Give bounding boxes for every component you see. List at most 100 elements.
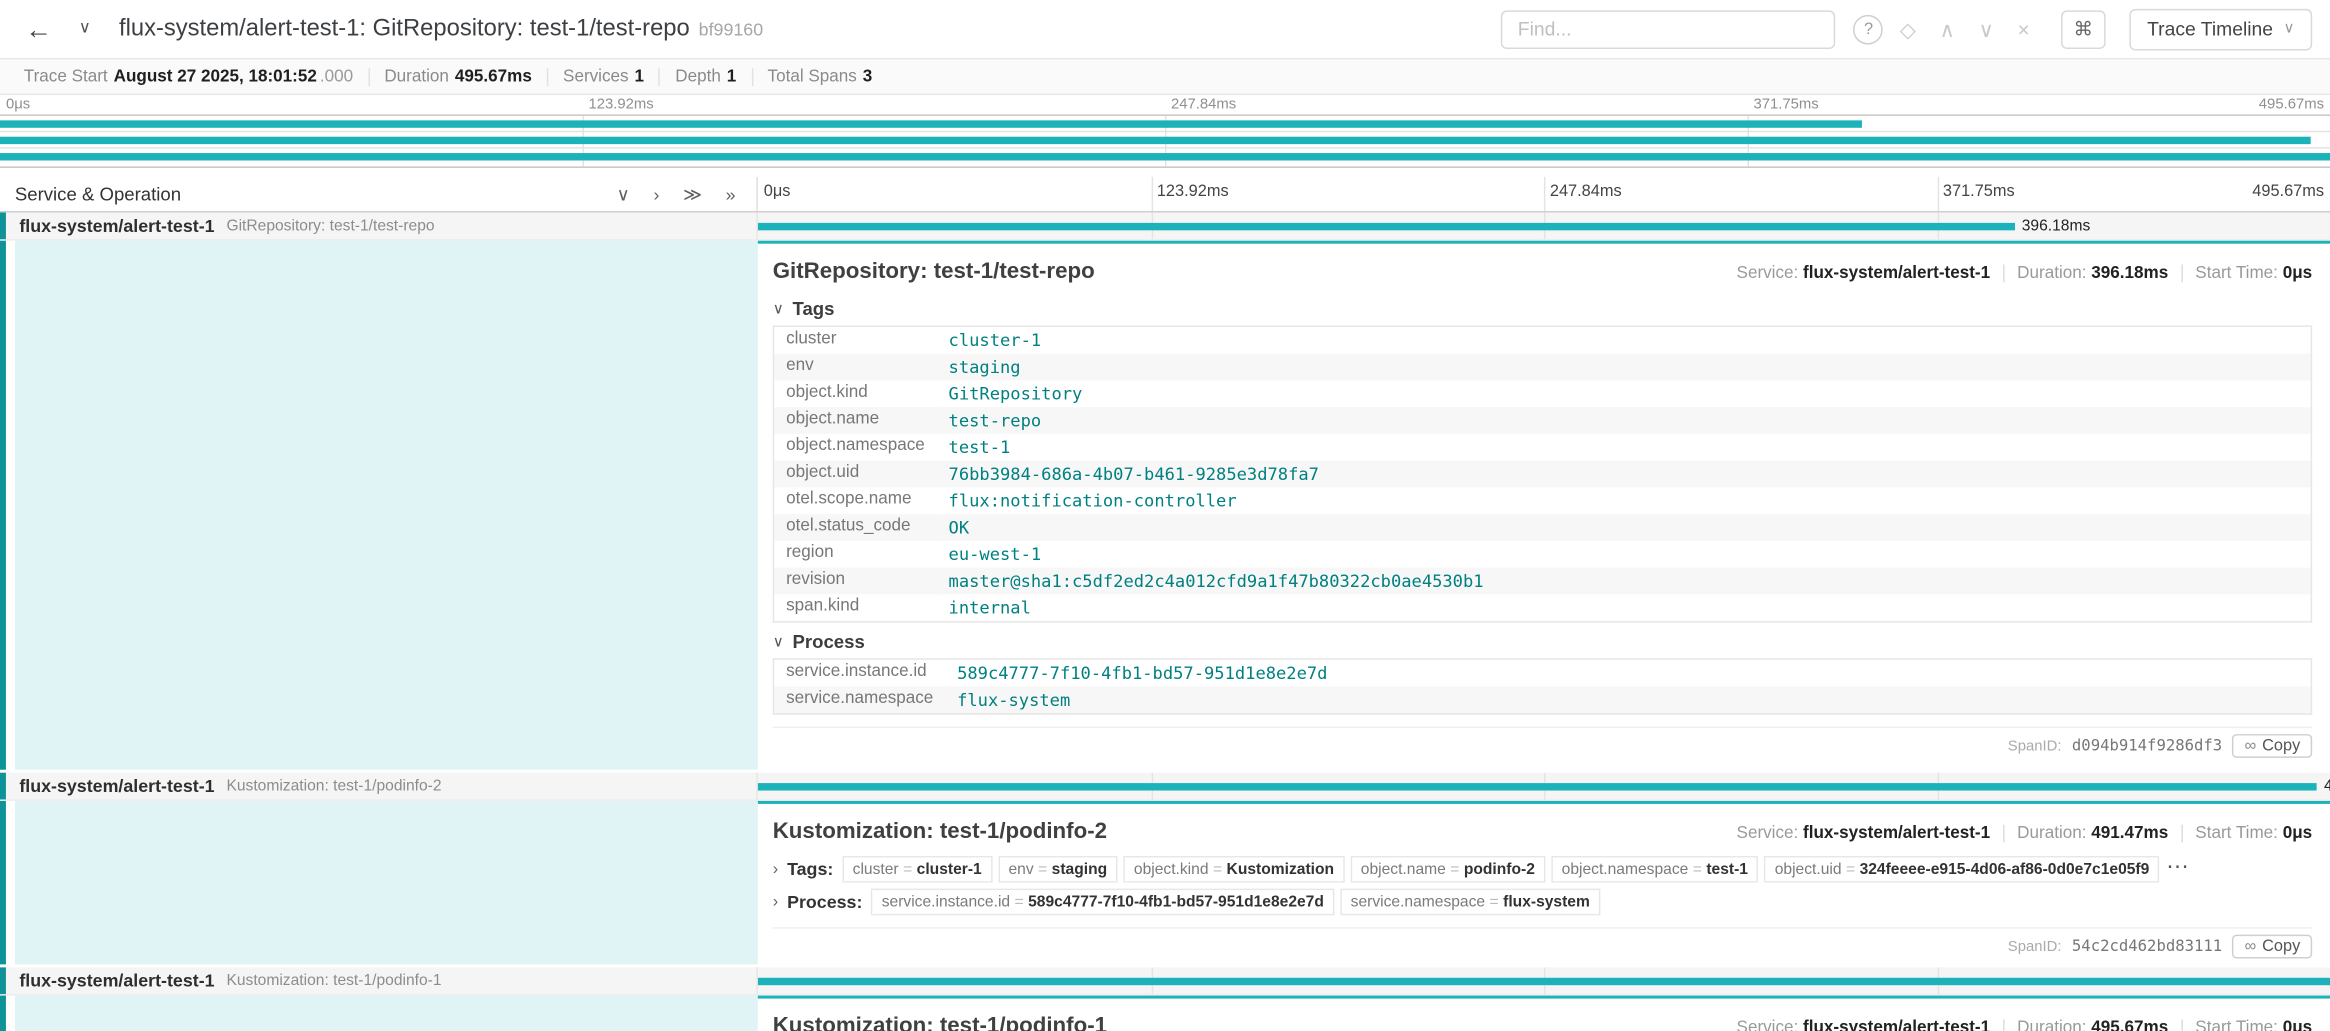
span-name-cell[interactable]: flux-system/alert-test-1 GitRepository: … [0, 212, 758, 239]
service-value: flux-system/alert-test-1 [1803, 265, 1990, 283]
tags-collapsed-label: Tags: [787, 858, 833, 879]
span-row[interactable]: flux-system/alert-test-1 Kustomization: … [0, 773, 2330, 801]
summary-item-value: 1 [635, 68, 645, 86]
span-detail-strip [0, 801, 758, 964]
tag-key: otel.status_code [773, 514, 936, 541]
back-button[interactable]: ← [18, 11, 60, 47]
span-detail-title: GitRepository: test-1/test-repo [773, 259, 1095, 284]
duration-label: Duration: [2017, 265, 2086, 283]
chip-equals: = [2295, 860, 2304, 878]
minimap-tick: 0μs [6, 97, 30, 113]
collapse-all-icon[interactable]: ≫ [683, 184, 702, 205]
summary-item-value: 495.67ms [455, 68, 532, 86]
ruler-tick: 123.92ms [1157, 183, 1229, 201]
tag-value: OK [937, 514, 2312, 541]
chip-equals: = [1213, 860, 1222, 878]
tag-value: test-repo [937, 407, 2312, 434]
span-name-cell[interactable]: flux-system/alert-test-1 Kustomization: … [0, 967, 758, 994]
process-collapsed-row[interactable]: › Process: service.instance.id=589c4777-… [773, 887, 2312, 915]
chip-value: staging [1052, 860, 1107, 878]
tag-key: region [773, 541, 936, 568]
span-row[interactable]: flux-system/alert-test-1 Kustomization: … [0, 967, 2330, 995]
tag-value: eu-west-1 [937, 541, 2312, 568]
span-service-name: flux-system/alert-test-1 [19, 215, 214, 236]
trace-start-value: August 27 2025, 18:01:52 [114, 68, 317, 86]
collapse-header-chevron-icon[interactable]: ∨ [71, 16, 98, 41]
chevron-right-icon: › [773, 860, 778, 878]
trace-summary-bar: Trace Start August 27 2025, 18:01:52 .00… [0, 59, 2330, 95]
timeline-ruler: 0μs 123.92ms 247.84ms 371.75ms 495.67ms [758, 177, 2330, 211]
span-bar[interactable] [758, 977, 2330, 984]
chip-value: podinfo-2 [1464, 860, 1535, 878]
span-detail-panel: Kustomization: test-1/podinfo-1 Service:… [758, 996, 2330, 1031]
tag-value: cluster-1 [937, 326, 2312, 353]
process-collapsed-label: Process: [787, 891, 862, 912]
collapse-one-icon[interactable]: ∨ [617, 184, 630, 205]
span-row[interactable]: flux-system/alert-test-1 GitRepository: … [0, 212, 2330, 240]
clear-search-icon[interactable]: × [2010, 14, 2037, 44]
copy-spanid-button[interactable]: ∞ Copy [2233, 935, 2313, 959]
minimap-span-row [0, 116, 2330, 132]
summary-item-label: Services [563, 68, 629, 86]
minimap-canvas[interactable] [0, 114, 2330, 167]
summary-item-value: 1 [727, 68, 737, 86]
keyboard-shortcuts-icon[interactable]: ⌘ [2061, 10, 2106, 49]
span-bar-cell[interactable] [758, 967, 2330, 994]
chip-equals: = [1693, 860, 1702, 878]
span-detail-header: GitRepository: test-1/test-repo Service:… [773, 250, 2312, 290]
span-duration-label: 396.18ms [2022, 217, 2091, 235]
span-detail-title: Kustomization: test-1/podinfo-2 [773, 819, 1107, 844]
service-value: flux-system/alert-test-1 [1803, 825, 1990, 843]
link-icon: ∞ [2245, 938, 2257, 956]
tag-chip: object.kind=Kustomization [1124, 856, 1345, 883]
start-time-value: 0μs [2283, 265, 2312, 283]
span-service-name: flux-system/alert-test-1 [19, 970, 214, 991]
tag-value: GitRepository [937, 380, 2312, 407]
tag-chip: object.uid=324feeee-e915-4d06-af86-0d0e7… [1764, 856, 2159, 883]
expand-one-icon[interactable]: › [653, 184, 659, 205]
tag-chip: object.name=podinfo-2 [1350, 856, 1545, 883]
span-bar-cell[interactable]: 491.47ms [758, 773, 2330, 800]
gridline [1544, 177, 1545, 211]
tag-row: span.kindinternal [773, 594, 2311, 621]
find-input[interactable] [1501, 10, 1835, 49]
next-result-icon[interactable]: ∨ [1971, 14, 2001, 44]
tag-row: revisionmaster@sha1:c5df2ed2c4a012cfd9a1… [773, 568, 2311, 595]
match-diamond-icon[interactable]: ◇ [1892, 14, 1923, 44]
span-bar[interactable] [758, 782, 2317, 789]
tag-row: regioneu-west-1 [773, 541, 2311, 568]
tags-collapsed-row[interactable]: › Tags: cluster=cluster-1env=stagingobje… [773, 854, 2312, 882]
summary-item: Total Spans 3 [751, 68, 887, 86]
summary-item: Depth 1 [659, 68, 751, 86]
service-operation-title: Service & Operation [15, 184, 181, 205]
trace-timeline-dropdown[interactable]: Trace Timeline ∨ [2129, 8, 2312, 50]
process-chip: service.namespace=flux-system [1340, 889, 1600, 916]
start-time-label: Start Time: [2195, 825, 2278, 843]
help-icon[interactable]: ? [1854, 14, 1884, 44]
prev-result-icon[interactable]: ∧ [1932, 14, 1962, 44]
process-table: service.instance.id589c4777-7f10-4fb1-bd… [773, 658, 2312, 714]
tags-section-toggle[interactable]: ∨ Tags [773, 299, 2312, 320]
copy-spanid-button[interactable]: ∞ Copy [2233, 734, 2313, 758]
span-detail-panel: Kustomization: test-1/podinfo-2 Service:… [758, 801, 2330, 964]
process-key: service.namespace [773, 687, 945, 714]
span-bar[interactable] [758, 222, 2014, 229]
span-id-value: 54c2cd462bd83111 [2072, 938, 2222, 956]
minimap-span-bar [0, 137, 2310, 144]
span-operation-name: GitRepository: test-1/test-repo [226, 217, 434, 235]
tag-chip: cluster=cluster-1 [842, 856, 992, 883]
chip-value: flux-system [1503, 893, 1590, 911]
timeline-minimap[interactable]: 0μs 123.92ms 247.84ms 371.75ms 495.67ms [0, 95, 2330, 168]
span-detail-row: Kustomization: test-1/podinfo-2 Service:… [0, 801, 2330, 964]
service-operation-header: Service & Operation ∨ › ≫ » [0, 177, 758, 211]
span-detail-row: Kustomization: test-1/podinfo-1 Service:… [0, 996, 2330, 1031]
span-bar-cell[interactable]: 396.18ms [758, 212, 2330, 239]
chip-key: object.name [1361, 860, 1446, 878]
process-section-toggle[interactable]: ∨ Process [773, 632, 2312, 653]
minimap-span-row [0, 149, 2330, 165]
span-name-cell[interactable]: flux-system/alert-test-1 Kustomization: … [0, 773, 758, 800]
tag-key: cluster [773, 326, 936, 353]
chip-key: object.namespace [1562, 860, 1689, 878]
expand-all-icon[interactable]: » [726, 184, 736, 205]
tag-key: revision [773, 568, 936, 595]
